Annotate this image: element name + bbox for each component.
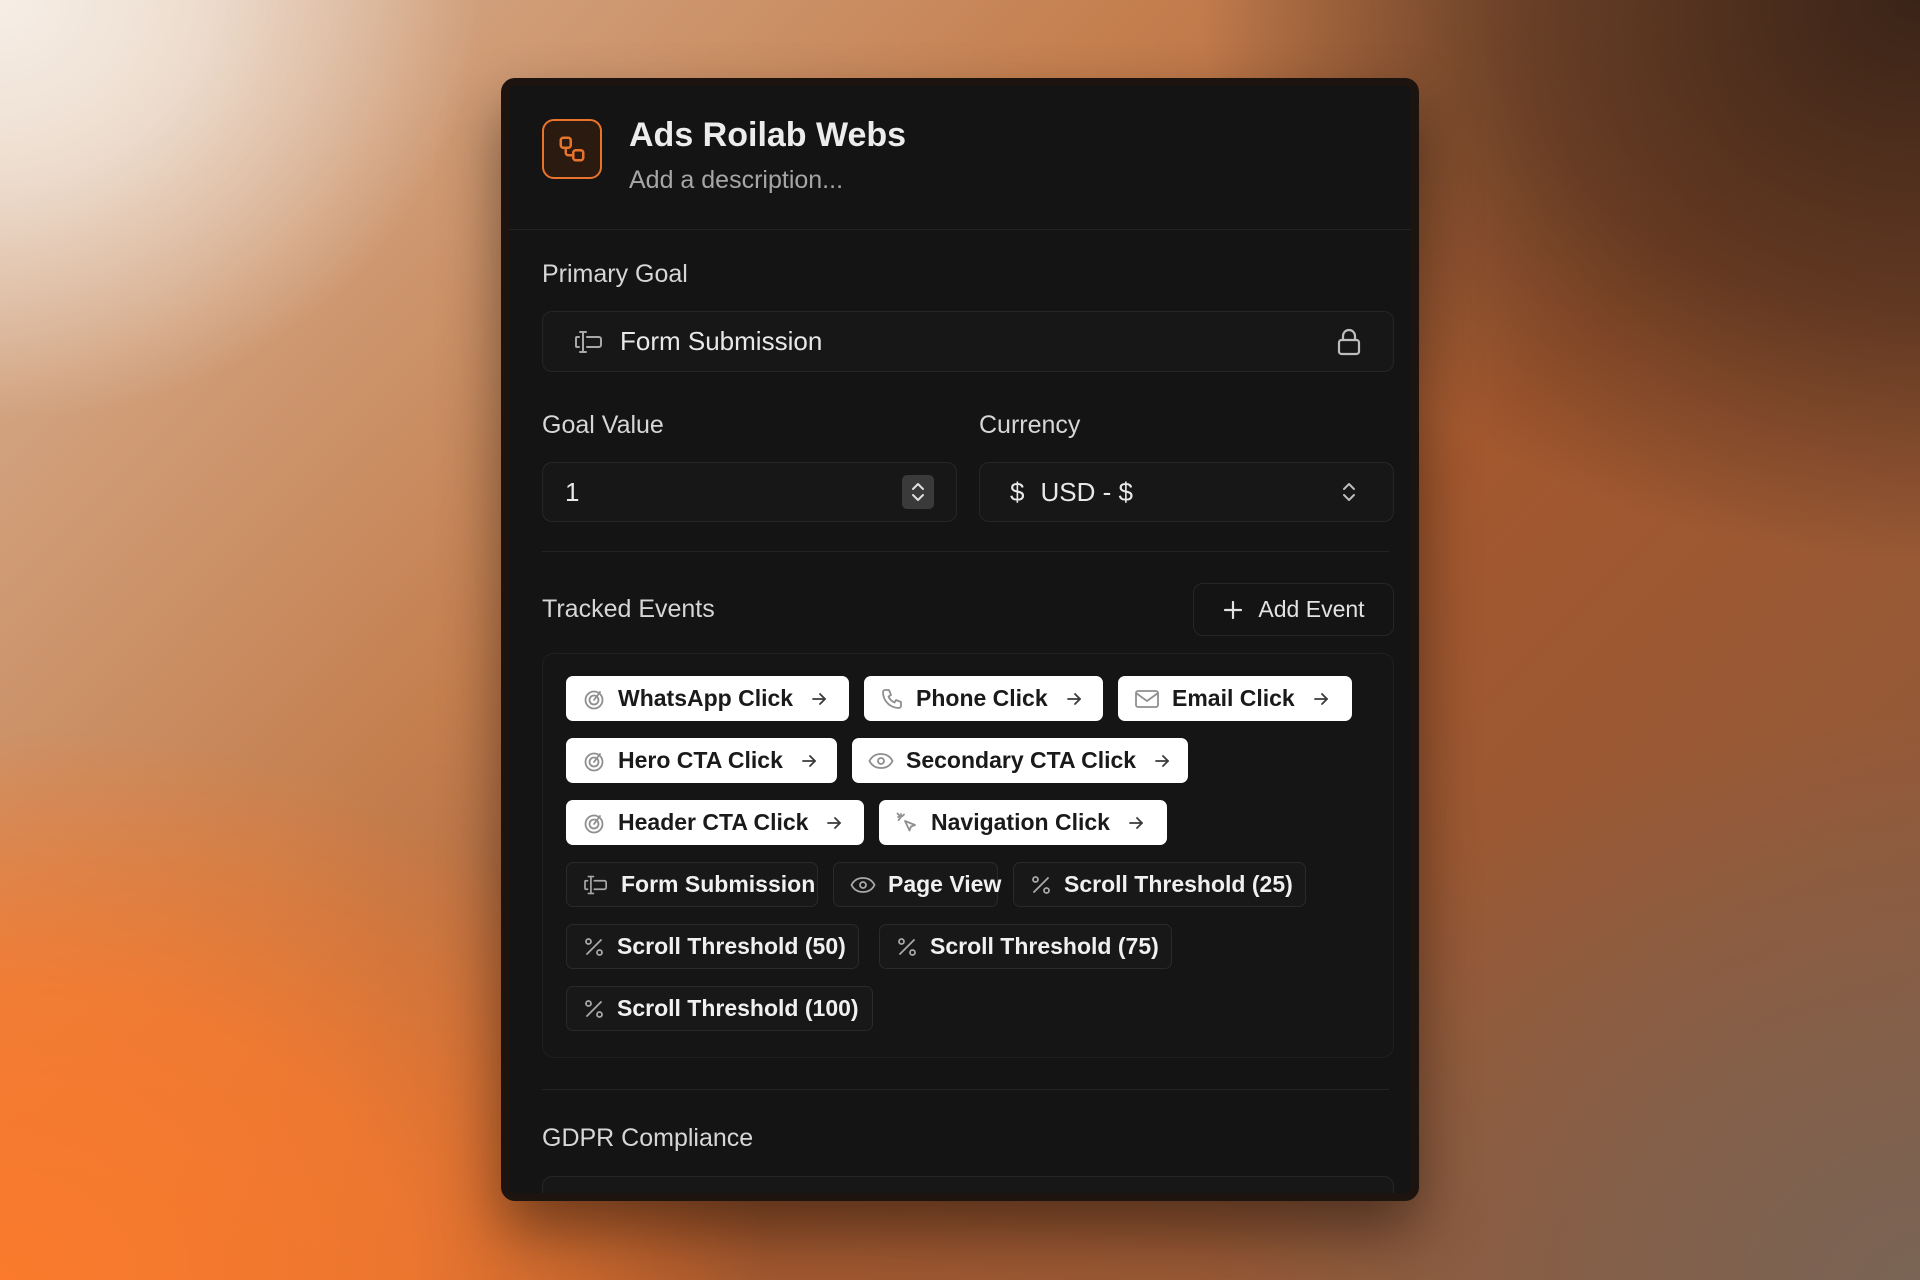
chevrons-up-down-icon[interactable] (1341, 479, 1357, 505)
goal-value-label: Goal Value (542, 411, 664, 439)
event-chip-navigation-click[interactable]: Navigation Click (879, 800, 1167, 845)
form-icon (574, 329, 604, 355)
event-label: Form Submission (621, 871, 816, 897)
primary-goal-value: Form Submission (620, 326, 823, 356)
phone-icon (880, 687, 904, 711)
event-label: Hero CTA Click (618, 747, 783, 773)
pointer-click-icon (582, 811, 606, 835)
gdpr-compliance-field[interactable] (542, 1176, 1394, 1193)
arrow-right-icon (801, 753, 817, 769)
goal-value-input[interactable]: 1 (542, 462, 957, 522)
percent-icon (583, 936, 605, 958)
description-field[interactable]: Add a description... (629, 166, 843, 195)
gdpr-compliance-label: GDPR Compliance (542, 1124, 754, 1152)
event-label: Secondary CTA Click (906, 747, 1137, 773)
arrow-right-icon (1313, 691, 1329, 707)
event-chip-hero-cta-click[interactable]: Hero CTA Click (566, 738, 837, 783)
tracked-events-label: Tracked Events (542, 595, 715, 623)
event-chip-scroll-threshold-75[interactable]: Scroll Threshold (75) (879, 924, 1172, 969)
event-chip-phone-click[interactable]: Phone Click (864, 676, 1103, 721)
pointer-click-icon (582, 749, 606, 773)
currency-label: Currency (979, 411, 1081, 439)
arrow-right-icon (1066, 691, 1082, 707)
percent-icon (896, 936, 918, 958)
primary-goal-label: Primary Goal (542, 260, 688, 288)
card-header: Ads Roilab Webs Add a description... (509, 86, 1411, 230)
event-label: Scroll Threshold (50) (617, 933, 846, 959)
percent-icon (1030, 874, 1052, 896)
currency-value: USD - $ (1040, 476, 1133, 507)
form-icon (583, 874, 609, 896)
event-label: Scroll Threshold (100) (617, 995, 859, 1021)
event-chip-secondary-cta-click[interactable]: Secondary CTA Click (852, 738, 1188, 783)
add-event-label: Add Event (1258, 596, 1365, 622)
event-label: Email Click (1172, 685, 1295, 711)
event-label: Header CTA Click (618, 809, 809, 835)
event-chip-scroll-threshold-25[interactable]: Scroll Threshold (25) (1013, 862, 1306, 907)
event-chip-whatsapp-click[interactable]: WhatsApp Click (566, 676, 849, 721)
page-title[interactable]: Ads Roilab Webs (629, 116, 906, 155)
event-label: WhatsApp Click (618, 685, 794, 711)
event-label: Scroll Threshold (75) (930, 933, 1159, 959)
mail-icon (1134, 688, 1160, 710)
event-label: Scroll Threshold (25) (1064, 871, 1293, 897)
add-event-button[interactable]: Add Event (1193, 583, 1394, 636)
percent-icon (583, 998, 605, 1020)
currency-symbol: $ (1010, 476, 1025, 507)
event-label: Page View (888, 871, 1002, 897)
tracked-events-list: WhatsApp Click Phone Click Email Click H… (542, 653, 1394, 1058)
arrow-right-icon (1128, 815, 1144, 831)
primary-goal-field: Form Submission (542, 311, 1394, 372)
lock-icon (1336, 327, 1362, 357)
event-chip-email-click[interactable]: Email Click (1118, 676, 1352, 721)
event-chip-page-view[interactable]: Page View (833, 862, 1002, 907)
section-divider (542, 551, 1389, 552)
workflow-icon (542, 119, 602, 179)
currency-select[interactable]: $ USD - $ (979, 462, 1394, 522)
event-chip-header-cta-click[interactable]: Header CTA Click (566, 800, 864, 845)
eye-icon (868, 751, 894, 771)
event-chip-scroll-threshold-50[interactable]: Scroll Threshold (50) (566, 924, 859, 969)
arrow-right-icon (1154, 753, 1170, 769)
event-chip-scroll-threshold-100[interactable]: Scroll Threshold (100) (566, 986, 873, 1031)
pointer-click-icon (582, 687, 606, 711)
section-divider (542, 1089, 1389, 1090)
goal-value-text[interactable]: 1 (565, 477, 579, 508)
cursor-click-icon (895, 811, 919, 835)
arrow-right-icon (826, 815, 842, 831)
eye-icon (850, 875, 876, 895)
event-label: Phone Click (916, 685, 1048, 711)
event-chip-form-submission[interactable]: Form Submission (566, 862, 818, 907)
arrow-right-icon (811, 691, 827, 707)
campaign-card: Ads Roilab Webs Add a description... Pri… (501, 78, 1419, 1201)
plus-icon (1222, 599, 1244, 621)
event-label: Navigation Click (931, 809, 1110, 835)
number-stepper-icon[interactable] (902, 475, 934, 509)
